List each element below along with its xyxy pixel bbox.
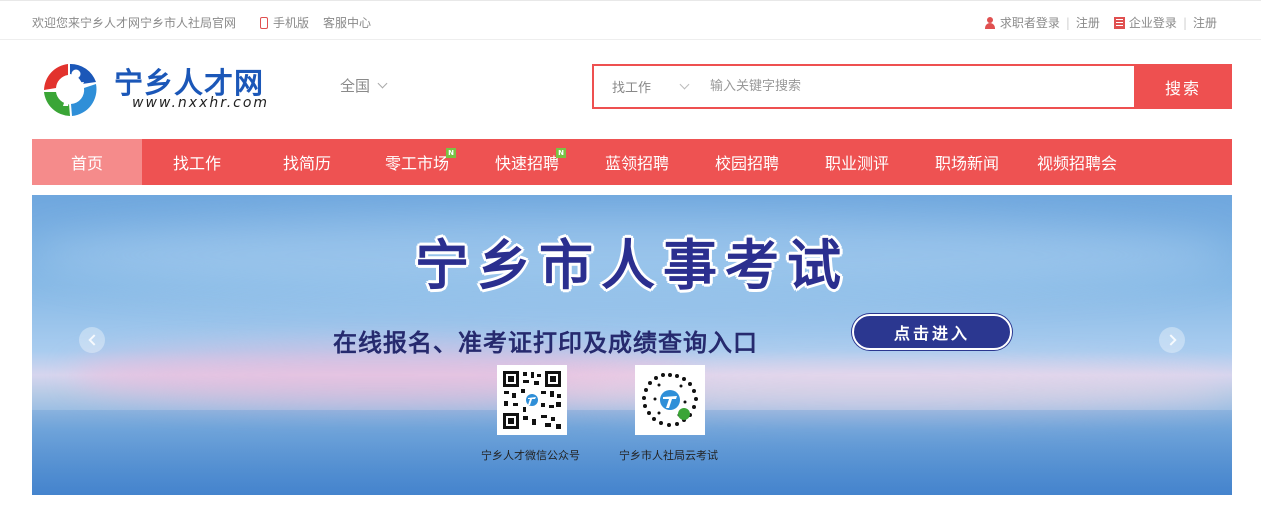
chevron-right-icon xyxy=(1164,334,1177,346)
phone-icon xyxy=(260,16,269,29)
nav-label: 职场新闻 xyxy=(934,154,999,173)
nav-label: 零工市场 xyxy=(384,154,449,173)
region-selector[interactable]: 全国 xyxy=(340,75,388,96)
banner-title: 宁乡市人事考试 xyxy=(415,234,849,297)
service-center-link[interactable]: 客服中心 xyxy=(323,14,371,31)
chevron-left-icon xyxy=(87,334,100,346)
top-bar-right: 求职者登录 | 注册 企业登录 | 注册 xyxy=(984,14,1217,31)
nav-item-find-resume[interactable]: 找简历 xyxy=(252,139,362,185)
nav-item-blue-collar[interactable]: 蓝领招聘 xyxy=(582,139,692,185)
nav-item-career-test[interactable]: 职业测评 xyxy=(802,139,912,185)
wechat-qr-code xyxy=(497,365,567,435)
nav-label: 找简历 xyxy=(282,154,331,173)
chevron-down-icon xyxy=(377,78,388,89)
site-logo[interactable]: 宁乡人才网 www.nxxhr.com xyxy=(38,58,308,118)
divider: | xyxy=(1182,15,1187,30)
nav-label: 蓝领招聘 xyxy=(604,154,669,173)
top-bar-left: 欢迎您来宁乡人才网宁乡市人社局官网 手机版 客服中心 xyxy=(32,14,371,31)
hero-banner[interactable]: 宁乡市人事考试 在线报名、准考证打印及成绩查询入口 点击进入 宁乡人才微信公众号… xyxy=(32,195,1232,495)
search-scope-label: 找工作 xyxy=(612,81,652,96)
nav-item-home[interactable]: 首页 xyxy=(32,139,142,185)
nav-item-gig-market[interactable]: 零工市场 N xyxy=(362,139,472,185)
nav-label: 首页 xyxy=(70,154,103,173)
search-scope-dropdown[interactable]: 找工作 xyxy=(594,66,704,107)
region-label: 全国 xyxy=(340,77,371,95)
new-badge: N xyxy=(556,148,566,158)
main-nav: 首页 找工作 找简历 零工市场 N 快速招聘 N 蓝领招聘 校园招聘 职业测评 职场… xyxy=(32,139,1232,185)
company-login-link[interactable]: 企业登录 xyxy=(1129,14,1177,31)
mobile-label: 手机版 xyxy=(273,16,310,30)
wechat-qr-label: 宁乡人才微信公众号 xyxy=(481,449,580,462)
search-input[interactable] xyxy=(704,66,1134,107)
logo-url: www.nxxhr.com xyxy=(132,95,270,111)
banner-subtitle: 在线报名、准考证打印及成绩查询入口 xyxy=(333,329,758,357)
cloud-exam-qr-label: 宁乡市人社局云考试 xyxy=(619,449,718,462)
carousel-next-button[interactable] xyxy=(1159,327,1185,353)
nav-label: 视频招聘会 xyxy=(1036,154,1117,173)
nav-item-campus[interactable]: 校园招聘 xyxy=(692,139,802,185)
top-bar: 欢迎您来宁乡人才网宁乡市人社局官网 手机版 客服中心 求职者登录 | 注册 企业… xyxy=(0,0,1261,40)
nav-label: 职业测评 xyxy=(824,154,889,173)
cloud-exam-qr-code xyxy=(635,365,705,435)
carousel-prev-button[interactable] xyxy=(79,327,105,353)
nav-item-news[interactable]: 职场新闻 xyxy=(912,139,1022,185)
new-badge: N xyxy=(446,148,456,158)
nav-label: 校园招聘 xyxy=(714,154,779,173)
nav-label: 找工作 xyxy=(172,154,221,173)
divider: | xyxy=(1065,15,1070,30)
jobseeker-login-link[interactable]: 求职者登录 xyxy=(1000,14,1060,31)
search-button[interactable]: 搜索 xyxy=(1134,64,1232,109)
nav-item-quick-hire[interactable]: 快速招聘 N xyxy=(472,139,582,185)
company-register-link[interactable]: 注册 xyxy=(1193,14,1217,31)
enter-button[interactable]: 点击进入 xyxy=(852,314,1012,350)
nav-label: 快速招聘 xyxy=(494,154,559,173)
jobseeker-register-link[interactable]: 注册 xyxy=(1076,14,1100,31)
nav-item-find-job[interactable]: 找工作 xyxy=(142,139,252,185)
logo-icon xyxy=(44,63,97,116)
person-icon xyxy=(984,16,996,29)
search-bar: 找工作 搜索 xyxy=(592,64,1232,109)
building-icon xyxy=(1113,16,1125,29)
mobile-link[interactable]: 手机版 xyxy=(260,14,309,31)
chevron-down-icon xyxy=(679,79,690,90)
nav-item-video-fair[interactable]: 视频招聘会 xyxy=(1022,139,1132,185)
welcome-text: 欢迎您来宁乡人才网宁乡市人社局官网 xyxy=(32,16,237,30)
